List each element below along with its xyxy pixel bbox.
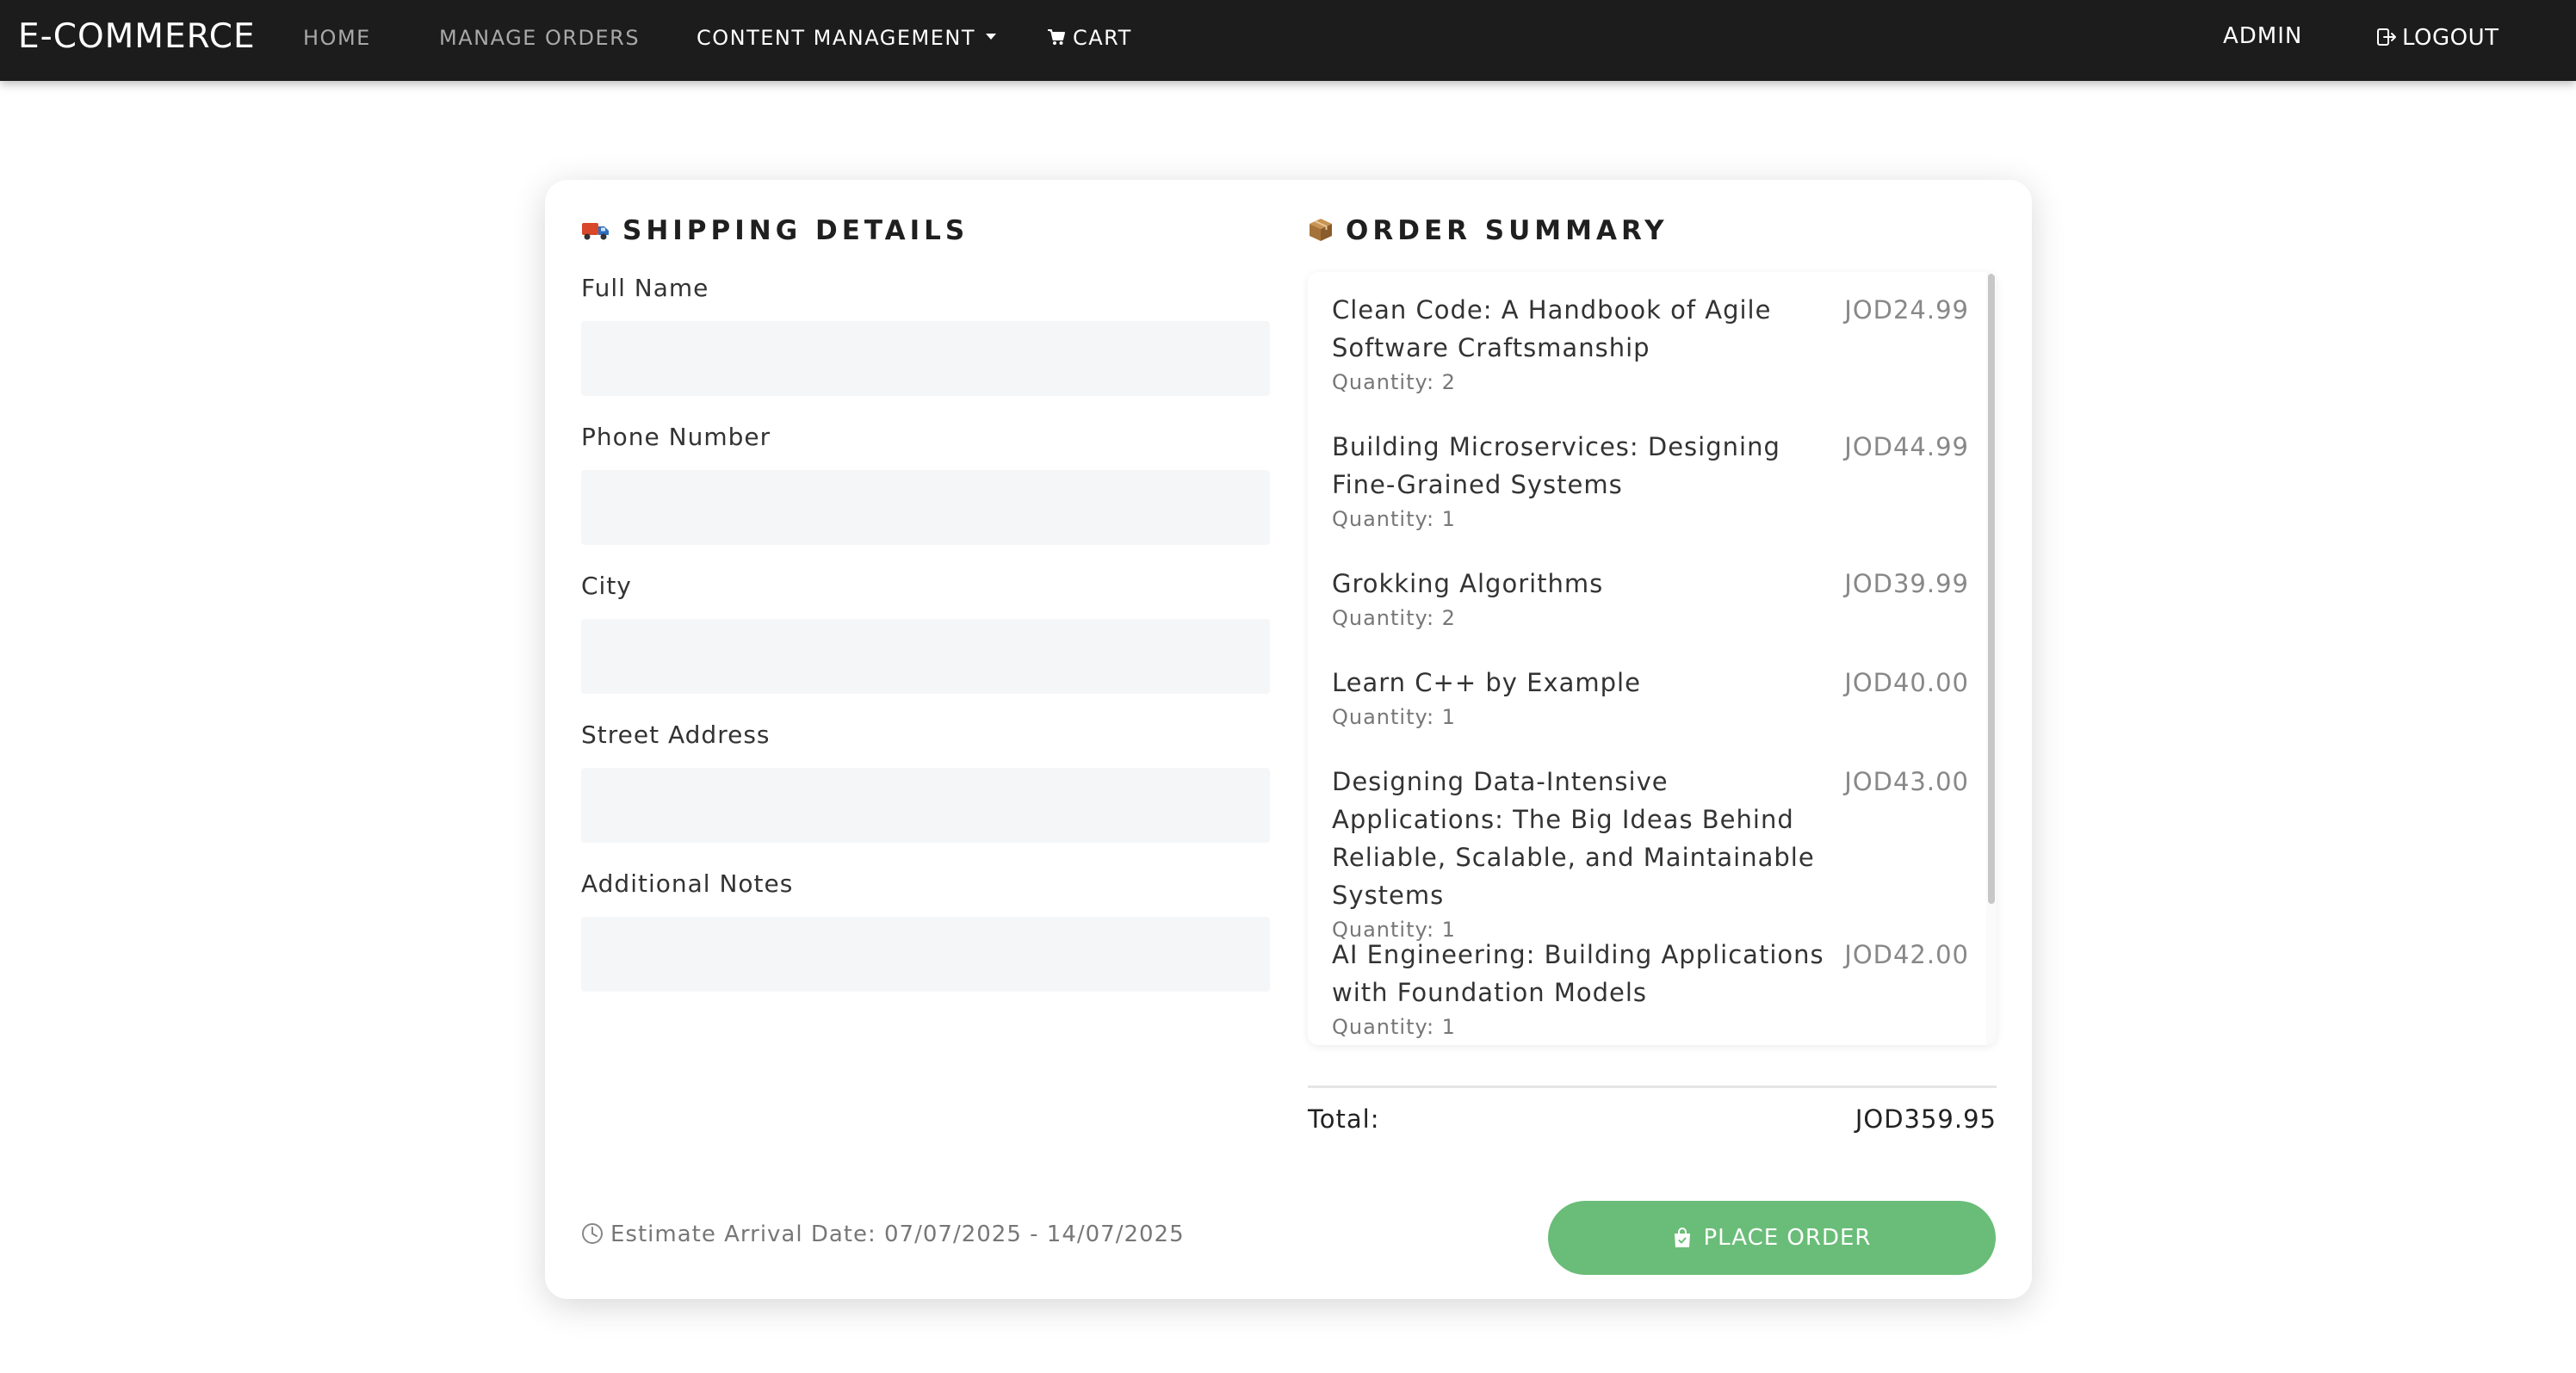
street-address-label: Street Address — [581, 721, 771, 749]
full-name-label: Full Name — [581, 274, 709, 302]
street-address-field[interactable] — [581, 768, 1270, 843]
nav-content-management-dropdown[interactable]: CONTENT MANAGEMENT — [697, 26, 996, 50]
order-item: Learn C++ by Example JOD40.00 Quantity: … — [1332, 664, 1969, 729]
logout-icon — [2377, 28, 2396, 46]
order-items-list[interactable]: Clean Code: A Handbook of Agile Software… — [1308, 272, 1997, 1045]
order-item: AI Engineering: Building Applications wi… — [1332, 936, 1969, 1039]
logout-button[interactable]: LOGOUT — [2376, 25, 2499, 51]
phone-number-label: Phone Number — [581, 423, 771, 451]
clock-icon — [582, 1222, 603, 1244]
full-name-field[interactable] — [581, 321, 1270, 396]
order-item-price: JOD43.00 — [1844, 767, 1969, 796]
total-label: Total: — [1308, 1104, 1380, 1134]
order-item: Building Microservices: Designing Fine-G… — [1332, 428, 1969, 531]
truck-icon — [582, 222, 609, 239]
order-item-quantity: Quantity: 2 — [1332, 606, 1456, 630]
total-value: JOD359.95 — [1855, 1104, 1997, 1134]
additional-notes-label: Additional Notes — [581, 869, 794, 898]
order-item-name: Grokking Algorithms — [1332, 569, 1604, 598]
admin-user-label[interactable]: ADMIN — [2223, 23, 2302, 49]
order-list-scrollbar[interactable] — [1986, 272, 1997, 1045]
order-item-price: JOD24.99 — [1844, 295, 1969, 325]
brand-logo[interactable]: E-COMMERCE — [18, 17, 256, 56]
nav-manage-orders-link[interactable]: MANAGE ORDERS — [439, 26, 640, 50]
order-item-price: JOD44.99 — [1844, 432, 1969, 461]
order-summary-title: ORDER SUMMARY — [1308, 215, 1669, 246]
city-field[interactable] — [581, 619, 1270, 694]
logout-label: LOGOUT — [2402, 25, 2499, 51]
nav-cart-label: CART — [1073, 26, 1132, 50]
order-item-price: JOD42.00 — [1844, 940, 1969, 969]
phone-number-field[interactable] — [581, 470, 1270, 545]
cart-icon — [1048, 29, 1065, 45]
order-list-scrollbar-thumb[interactable] — [1988, 274, 1995, 904]
additional-notes-field[interactable] — [581, 917, 1270, 992]
order-item-name: Clean Code: A Handbook of Agile Software… — [1332, 295, 1772, 362]
order-item-name: Designing Data-Intensive Applications: T… — [1332, 767, 1815, 910]
shipping-title-text: SHIPPING DETAILS — [622, 215, 969, 246]
order-item-name: Learn C++ by Example — [1332, 668, 1641, 697]
nav-cart-link[interactable]: CART — [1047, 26, 1132, 50]
order-item: Clean Code: A Handbook of Agile Software… — [1332, 291, 1969, 394]
shopping-bag-icon — [1674, 1228, 1690, 1247]
order-item: Designing Data-Intensive Applications: T… — [1332, 763, 1969, 942]
top-navbar: E-COMMERCE HOME MANAGE ORDERS CONTENT MA… — [0, 0, 2576, 81]
place-order-button[interactable]: PLACE ORDER — [1548, 1201, 1996, 1275]
checkout-card: SHIPPING DETAILS Full Name Phone Number … — [545, 180, 2032, 1299]
nav-home-link[interactable]: HOME — [303, 26, 371, 50]
order-item-quantity: Quantity: 2 — [1332, 370, 1456, 394]
order-summary-title-text: ORDER SUMMARY — [1346, 215, 1669, 246]
estimate-arrival-label: Estimate Arrival Date: 07/07/2025 - 14/0… — [610, 1221, 1185, 1247]
caret-down-icon — [986, 33, 996, 40]
nav-content-management-label: CONTENT MANAGEMENT — [697, 26, 975, 50]
order-item-price: JOD40.00 — [1844, 668, 1969, 697]
order-item-quantity: Quantity: 1 — [1332, 507, 1456, 531]
order-item-name: AI Engineering: Building Applications wi… — [1332, 940, 1824, 1007]
city-label: City — [581, 572, 632, 600]
package-icon — [1310, 218, 1332, 241]
order-item-price: JOD39.99 — [1844, 569, 1969, 598]
order-item-name: Building Microservices: Designing Fine-G… — [1332, 432, 1780, 499]
order-item: Grokking Algorithms JOD39.99 Quantity: 2 — [1332, 565, 1969, 630]
estimate-arrival-text: Estimate Arrival Date: 07/07/2025 - 14/0… — [581, 1221, 1185, 1247]
summary-divider — [1308, 1085, 1997, 1088]
shipping-details-title: SHIPPING DETAILS — [581, 215, 969, 246]
order-item-quantity: Quantity: 1 — [1332, 705, 1456, 729]
order-item-quantity: Quantity: 1 — [1332, 1015, 1456, 1039]
place-order-label: PLACE ORDER — [1703, 1225, 1872, 1251]
